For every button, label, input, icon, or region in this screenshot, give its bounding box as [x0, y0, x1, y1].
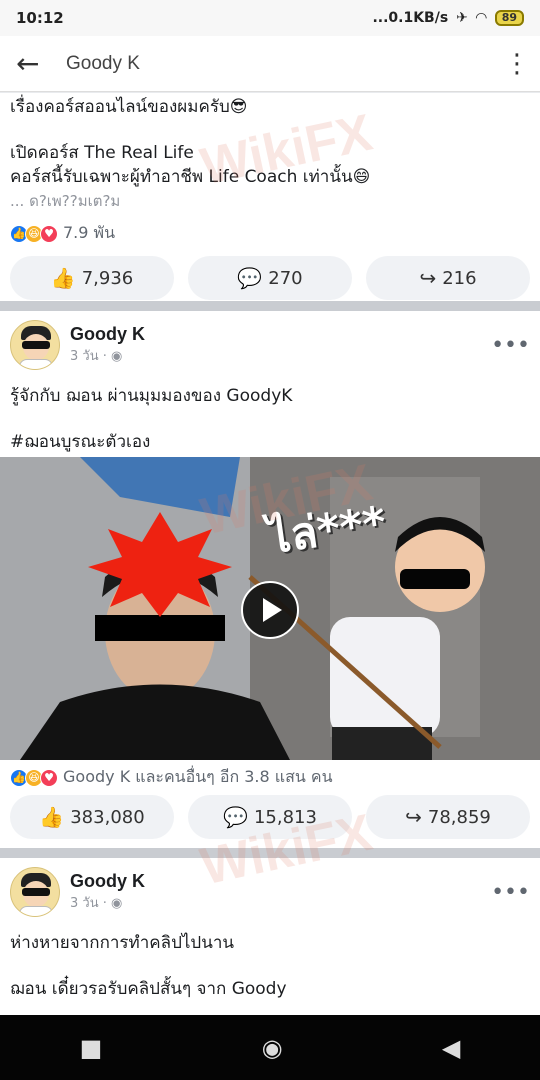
airplane-icon: ✈	[456, 10, 468, 26]
reaction-summary[interactable]: 👍 😆 ♥ Goody K และคนอื่นๆ อีก 3.8 แสน คน	[0, 765, 343, 790]
post-divider	[0, 301, 540, 311]
page-title: Goody K	[66, 52, 140, 74]
reaction-count: 7.9 พัน	[63, 223, 116, 242]
post-card-2: Goody K 3 วัน · ◉ ••• รู้จักกับ ฌอน ผ่าน…	[0, 311, 540, 848]
share-button[interactable]: ↪ 78,859	[366, 795, 530, 839]
status-icons: ...0.1KB/s ✈ ◠ 89	[372, 10, 524, 26]
recent-apps-icon[interactable]: ■	[80, 1034, 103, 1062]
love-reaction-icon: ♥	[40, 224, 58, 243]
like-count: 383,080	[70, 806, 145, 828]
post-options-icon[interactable]: •••	[491, 333, 530, 358]
comment-count: 15,813	[253, 806, 317, 828]
globe-icon: ◉	[111, 349, 123, 364]
comment-button[interactable]: 💬 270	[188, 256, 352, 300]
system-nav-bar: ■ ◉ ◀	[0, 1015, 540, 1080]
love-reaction-icon: ♥	[40, 768, 58, 787]
post-text-line: คอร์สนี้รับเฉพาะผู้ทำอาชีพ Life Coach เท…	[10, 167, 371, 187]
share-icon: ↪	[419, 266, 437, 290]
back-arrow-icon[interactable]: ←	[16, 47, 56, 80]
share-count: 216	[442, 267, 477, 289]
share-icon: ↪	[405, 805, 422, 829]
more-options-icon[interactable]: ⋮	[504, 51, 530, 77]
reaction-icons: 👍 😆 ♥	[10, 768, 58, 787]
post-meta: Goody K 3 วัน · ◉	[70, 324, 145, 366]
post-meta: Goody K 3 วัน · ◉	[70, 871, 145, 913]
post-time: 3 วัน · ◉	[70, 892, 145, 913]
author-name[interactable]: Goody K	[70, 324, 145, 345]
network-speed: ...0.1KB/s	[372, 10, 449, 26]
globe-icon: ◉	[111, 896, 123, 911]
post-options-icon[interactable]: •••	[491, 880, 530, 905]
app-bar: ← Goody K ⋮	[0, 36, 540, 92]
video-player[interactable]: ไล่***	[0, 457, 540, 760]
clock: 10:12	[16, 9, 64, 27]
back-icon[interactable]: ◀	[442, 1034, 460, 1062]
post-text-line: เรื่องคอร์สออนไลน์ของผมครับ😎	[10, 97, 248, 117]
hashtag-link[interactable]: #ฌอนบูรณะตัวเอง	[0, 430, 540, 454]
like-button[interactable]: 👍 7,936	[10, 256, 174, 300]
action-bar: 👍 7,936 💬 270 ↪ 216	[0, 256, 540, 300]
avatar[interactable]	[10, 867, 60, 917]
timestamp: 3 วัน ·	[70, 896, 107, 911]
avatar[interactable]	[10, 320, 60, 370]
post-divider	[0, 848, 540, 858]
comment-icon: 💬	[223, 805, 248, 829]
thumbs-up-icon: 👍	[50, 266, 76, 290]
like-count: 7,936	[81, 267, 134, 289]
status-bar: 10:12 ...0.1KB/s ✈ ◠ 89	[0, 0, 540, 36]
share-button[interactable]: ↪ 216	[366, 256, 530, 300]
post-text-line: รู้จักกับ ฌอน ผ่านมุมมองของ GoodyK	[10, 386, 293, 406]
timestamp: 3 วัน ·	[70, 349, 107, 364]
post-card-3: Goody K 3 วัน · ◉ ••• ห่างหายจากการทำคลิ…	[0, 858, 540, 1015]
home-icon[interactable]: ◉	[262, 1034, 283, 1062]
post-header: Goody K 3 วัน · ◉ •••	[0, 867, 540, 917]
post-text-line: ห่างหายจากการทำคลิปไปนาน	[10, 933, 234, 953]
post-card-1: เรื่องคอร์สออนไลน์ของผมครับ😎 เปิดคอร์ส T…	[0, 93, 540, 301]
share-count: 78,859	[427, 806, 491, 828]
wifi-icon: ◠	[475, 10, 487, 26]
reaction-icons: 👍 😆 ♥	[10, 224, 58, 243]
comment-count: 270	[268, 267, 303, 289]
post-text-line: ฌอน เดี๋ยวรอรับคลิปสั้นๆ จาก Goody	[10, 979, 287, 999]
see-more-link[interactable]: ... ด?เพ??มเต?ม	[0, 189, 540, 213]
action-bar: 👍 383,080 💬 15,813 ↪ 78,859	[0, 795, 540, 839]
thumbs-up-icon: 👍	[39, 805, 65, 829]
battery-icon: 89	[494, 10, 524, 26]
comment-button[interactable]: 💬 15,813	[188, 795, 352, 839]
comment-icon: 💬	[237, 266, 263, 290]
post-time: 3 วัน · ◉	[70, 345, 145, 366]
like-button[interactable]: 👍 383,080	[10, 795, 174, 839]
reaction-text: Goody K และคนอื่นๆ อีก 3.8 แสน คน	[63, 767, 333, 786]
reaction-summary[interactable]: 👍 😆 ♥ 7.9 พัน	[0, 221, 540, 246]
post-header: Goody K 3 วัน · ◉ •••	[0, 320, 540, 370]
post-text-line: เปิดคอร์ส The Real Life	[10, 143, 194, 163]
author-name[interactable]: Goody K	[70, 871, 145, 892]
